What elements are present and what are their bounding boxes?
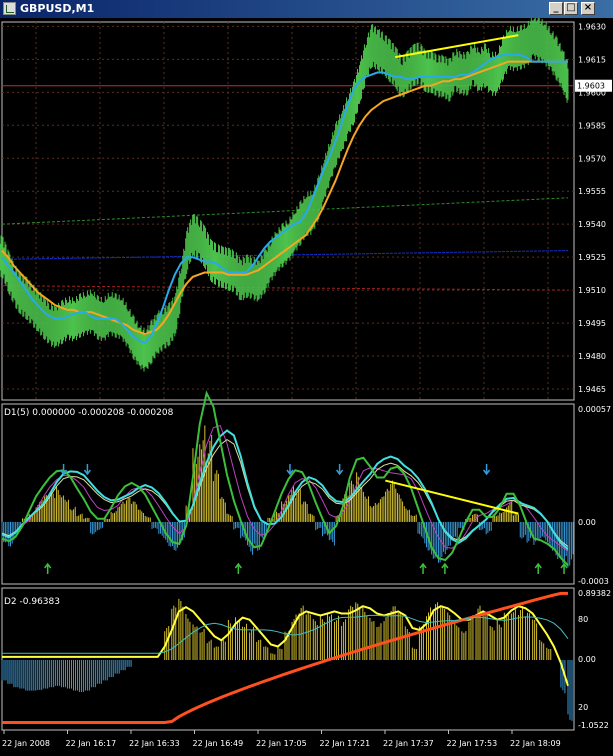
x-tick-label: 22 Jan 16:17 [66, 739, 117, 748]
x-tick-label: 22 Jan 17:05 [256, 739, 307, 748]
minimize-button[interactable]: _ [549, 2, 563, 15]
arrow-up-icon [560, 562, 568, 574]
arrow-down-icon [336, 464, 344, 476]
arrow-up-icon [534, 562, 542, 574]
x-tick-label: 22 Jan 17:37 [383, 739, 434, 748]
y-tick-label: 0.00057 [578, 405, 611, 414]
maximize-button[interactable]: □ [564, 2, 578, 15]
x-tick-label: 22 Jan 18:09 [510, 739, 561, 748]
y-tick-label: 1.9570 [578, 154, 606, 163]
chart-window: GBPUSD,M1 _ □ × 1.9630 1.9615 1.9600 1.9585… [0, 0, 613, 756]
y-tick-label: 1.9630 [578, 22, 606, 31]
y-tick-label: -1.0522 [578, 721, 609, 730]
indicator-2-label: D2 -0.96383 [4, 597, 60, 607]
y-tick-label: 80 [578, 615, 588, 624]
y-tick-label: 0.00 [578, 655, 596, 664]
ma-green-dashed-line [1, 197, 569, 225]
indicator-1-label: D1(5) 0.000000 -0.000208 -0.000208 [4, 408, 174, 418]
ma-red-line [1, 285, 569, 291]
y-tick-label: 1.9480 [578, 352, 606, 361]
y-tick-label: 1.9615 [578, 55, 606, 64]
arrow-up-icon [234, 562, 242, 574]
arrow-down-icon [286, 464, 294, 476]
current-price-label: 1.9603 [577, 82, 605, 91]
y-tick-label: 1.9495 [578, 319, 606, 328]
indicator-1-panel: 0.00057 0.00 -0.0003 [1, 390, 611, 586]
oscillator-cyan [1, 429, 569, 550]
y-tick-label: 1.9555 [578, 187, 606, 196]
panel-frame [1, 587, 575, 731]
y-tick-label: 1.9510 [578, 286, 606, 295]
x-tick-label: 22 Jan 16:49 [193, 739, 244, 748]
trend-line [385, 479, 519, 515]
y-tick-label: 20 [578, 703, 588, 712]
arrow-up-icon [441, 562, 449, 574]
y-tick-label: 1.9465 [578, 385, 606, 394]
y-tick-label: 1.9585 [578, 121, 606, 130]
title-bar[interactable]: GBPUSD,M1 _ □ × [0, 0, 613, 18]
x-tick-label: 22 Jan 17:53 [447, 739, 498, 748]
time-axis: 22 Jan 2008 22 Jan 16:17 22 Jan 16:33 22 Ja… [2, 730, 561, 748]
arrow-down-icon [83, 464, 91, 476]
y-tick-label: -0.0003 [578, 577, 609, 586]
main-price-panel: 1.96301.96151.96001.95851.95701.95551.95… [0, 18, 612, 401]
arrow-up-icon [419, 562, 427, 574]
x-tick-label: 22 Jan 17:21 [320, 739, 371, 748]
y-tick-label: 0.00 [578, 518, 596, 527]
y-tick-label: 0.89382 [578, 589, 611, 598]
window-title: GBPUSD,M1 [20, 2, 95, 15]
chart-icon [3, 2, 16, 15]
x-tick-label: 22 Jan 16:33 [129, 739, 180, 748]
x-tick-label: 22 Jan 2008 [2, 739, 50, 748]
y-tick-label: 1.9525 [578, 253, 606, 262]
y-tick-label: 1.9540 [578, 220, 606, 229]
price-chart[interactable]: 1.96301.96151.96001.95851.95701.95551.95… [0, 18, 613, 756]
indicator-2-panel: 0.89382 80 0.00 20 -1.0522 [1, 587, 611, 731]
close-button[interactable]: × [581, 2, 595, 15]
arrow-up-icon [44, 562, 52, 574]
arrow-down-icon [482, 464, 491, 476]
